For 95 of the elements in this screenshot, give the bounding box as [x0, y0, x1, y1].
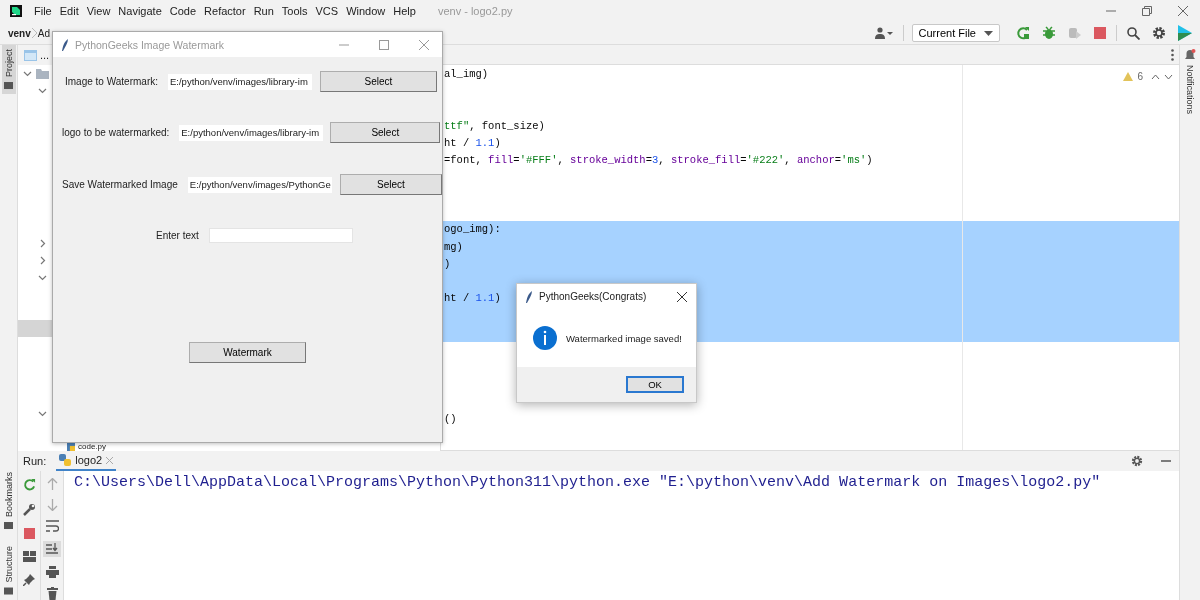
more-icon[interactable]: [1171, 48, 1174, 61]
python-file-icon: [67, 443, 75, 452]
select-button[interactable]: Select: [320, 71, 437, 92]
menu-item[interactable]: File: [34, 5, 52, 17]
console-output: C:\Users\Dell\AppData\Local\Programs\Python\Python311\python.exe "E:\python\venv\Add Watermark on Images\logo2.py": [74, 474, 1101, 491]
python-file-icon: [59, 454, 72, 466]
file-name[interactable]: code.py: [78, 442, 107, 453]
path-field[interactable]: E:/python/venv/images/PythonGe: [187, 176, 332, 193]
dialog-title: PythonGeeks(Congrats): [539, 291, 647, 302]
menu-item[interactable]: VCS: [315, 5, 339, 17]
close-icon[interactable]: [677, 291, 687, 302]
chevron-down-icon[interactable]: [38, 273, 47, 282]
chevron-down-icon[interactable]: [38, 409, 47, 418]
ok-button[interactable]: OK: [626, 376, 684, 393]
run-label: Run:: [23, 455, 47, 467]
code-line: ht / 1.1): [444, 292, 501, 305]
info-icon: [533, 326, 557, 350]
code-line: mg): [444, 240, 463, 253]
path-field[interactable]: E:/python/venv/images/library-im: [179, 124, 324, 141]
plugin-logo-icon[interactable]: [1178, 25, 1192, 41]
rerun-icon[interactable]: [22, 478, 36, 491]
field-label: Save Watermarked Image: [62, 179, 178, 190]
code-line: ht / 1.1): [444, 137, 501, 149]
chevron-down-icon[interactable]: [23, 69, 32, 78]
panel-icon: [4, 587, 13, 596]
settings-icon[interactable]: [1131, 455, 1143, 467]
select-button[interactable]: Select: [339, 174, 442, 195]
project-view-label[interactable]: ...: [40, 49, 50, 61]
panel-icon: [4, 521, 13, 531]
run-tab[interactable]: logo2: [56, 451, 117, 471]
text-field[interactable]: [208, 228, 353, 243]
bell-icon[interactable]: [1184, 49, 1196, 61]
bug-icon[interactable]: [1042, 26, 1056, 40]
code-line: =font, fill='#FFF', stroke_width=3, stroke_fill='#222', anchor='ms'): [444, 154, 873, 167]
menu-item[interactable]: Refactor: [204, 5, 246, 17]
stop-icon[interactable]: [23, 528, 35, 539]
chevron-up-icon[interactable]: [1151, 73, 1160, 80]
menu-item[interactable]: Tools: [281, 5, 308, 17]
scroll-to-end-icon[interactable]: [43, 541, 61, 557]
search-icon[interactable]: [1127, 26, 1140, 40]
feather-icon: [62, 38, 69, 51]
menu-item[interactable]: Window: [346, 5, 386, 17]
menu-item[interactable]: View: [86, 5, 111, 17]
watermark-button[interactable]: Watermark: [189, 342, 306, 363]
chevron-right-icon[interactable]: [38, 239, 47, 248]
chevron-down-icon[interactable]: [38, 86, 47, 95]
field-label: Image to Watermark:: [65, 76, 158, 87]
field-label: Enter text: [156, 230, 199, 241]
code-line: (): [444, 413, 457, 425]
panel-icon: [4, 81, 13, 90]
restore-icon[interactable]: [1142, 6, 1152, 16]
menu-item[interactable]: Help: [393, 5, 416, 17]
user-icon[interactable]: [874, 27, 893, 39]
caret-icon: [984, 30, 993, 36]
warning-count[interactable]: 6: [1137, 71, 1143, 82]
dialog-message: Watermarked image saved!: [566, 332, 682, 344]
arrow-up-icon[interactable]: [46, 478, 58, 490]
code-line: ): [444, 257, 451, 270]
print-icon[interactable]: [45, 566, 59, 578]
breadcrumb-item[interactable]: venv: [8, 27, 31, 39]
tool-window-tab[interactable]: Structure: [1, 542, 16, 600]
app-logo-icon[interactable]: [10, 5, 22, 17]
menu-item[interactable]: Code: [169, 5, 197, 17]
chevron-down-icon[interactable]: [1164, 73, 1173, 80]
pin-icon[interactable]: [23, 574, 35, 586]
maximize-icon[interactable]: [379, 39, 389, 50]
tool-window-tab[interactable]: Project: [1, 45, 16, 94]
run-config-dropdown[interactable]: Current File: [911, 24, 1000, 42]
window-icon: [24, 49, 37, 61]
feather-icon: [526, 290, 533, 303]
select-button[interactable]: Select: [330, 122, 441, 143]
window-title: PythonGeeks Image Watermark: [75, 38, 224, 51]
chevron-right-icon[interactable]: [38, 256, 47, 265]
wrench-icon[interactable]: [22, 503, 36, 516]
code-line: ttf", font_size): [444, 119, 545, 132]
field-label: logo to be watermarked:: [62, 127, 170, 138]
code-line: ogo_img):: [444, 223, 501, 236]
path-field[interactable]: E:/python/venv/images/library-im: [168, 73, 312, 90]
arrow-down-icon[interactable]: [46, 499, 58, 511]
menu-item[interactable]: Navigate: [118, 5, 162, 17]
trash-icon[interactable]: [46, 587, 58, 600]
soft-wrap-icon[interactable]: [45, 520, 59, 532]
breadcrumb-item[interactable]: Ad: [37, 27, 51, 39]
tool-window-tab[interactable]: Bookmarks: [1, 468, 16, 535]
chevron-icon: [31, 28, 37, 38]
window-title: venv - logo2.py: [437, 5, 513, 17]
folder-icon: [36, 68, 49, 79]
rerun-icon[interactable]: [1016, 26, 1030, 40]
menu-item[interactable]: Edit: [59, 5, 79, 17]
code-line: al_img): [444, 68, 489, 80]
menu-item[interactable]: Run: [253, 5, 274, 17]
tree-row[interactable]: code.py: [18, 442, 107, 453]
layout-icon[interactable]: [22, 551, 36, 562]
tool-window-tab[interactable]: Notifications: [1185, 65, 1195, 115]
settings-icon[interactable]: [1152, 26, 1166, 40]
